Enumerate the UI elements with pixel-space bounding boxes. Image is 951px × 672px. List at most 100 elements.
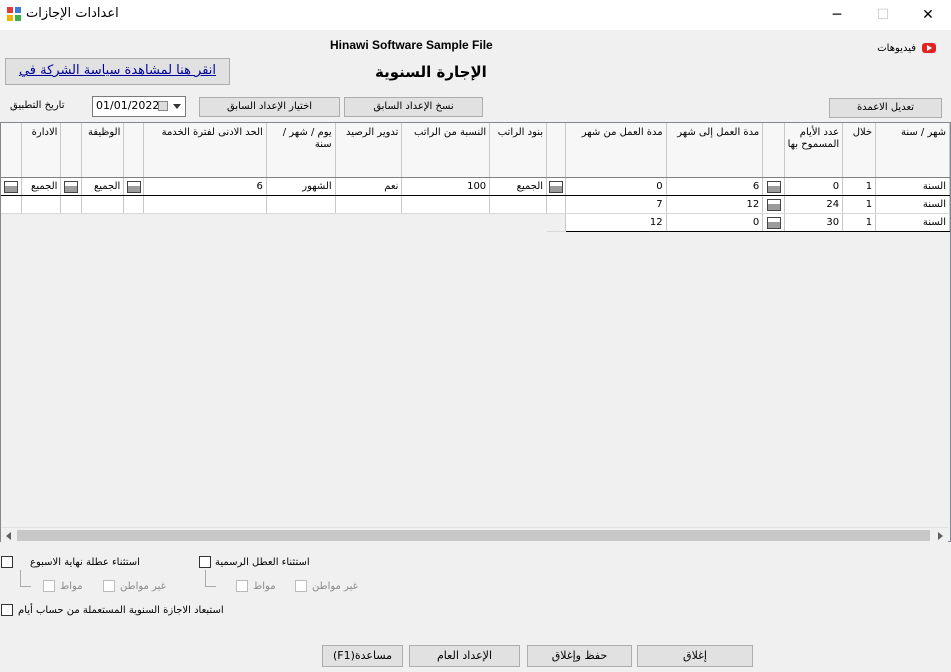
maximize-button[interactable]: ☐ bbox=[860, 0, 906, 30]
table-row[interactable]: 7 12 24 1 السنة bbox=[1, 195, 950, 214]
cell-within[interactable]: 1 bbox=[842, 213, 877, 232]
dept-picker-cell[interactable] bbox=[60, 177, 83, 196]
cell-work-to[interactable]: 6 bbox=[666, 177, 764, 196]
cell-rollover[interactable] bbox=[335, 195, 403, 214]
save-and-close-button[interactable]: حفظ وإغلاق bbox=[527, 645, 632, 667]
cell-work-from[interactable]: 12 bbox=[565, 213, 667, 232]
chevron-down-icon[interactable] bbox=[173, 104, 181, 109]
weekend-noncitizen-checkbox[interactable] bbox=[103, 580, 115, 592]
cell-percent[interactable]: 100 bbox=[401, 177, 491, 196]
column-header-rollover[interactable]: تدوير الرصيد bbox=[335, 123, 403, 178]
salary-picker-cell[interactable] bbox=[546, 177, 567, 196]
exclude-holidays-checkbox[interactable] bbox=[199, 556, 211, 568]
edit-icon[interactable] bbox=[766, 180, 781, 193]
table-row[interactable]: 12 0 30 1 السنة bbox=[1, 213, 950, 232]
copy-previous-setting-button[interactable]: نسخ الإعداد السابق bbox=[344, 97, 483, 117]
edit-icon[interactable] bbox=[4, 180, 19, 193]
column-header bbox=[60, 123, 83, 178]
row-edit-cell[interactable] bbox=[1, 177, 23, 196]
videos-link[interactable]: فيديوهات bbox=[877, 40, 936, 56]
to-picker-cell[interactable] bbox=[762, 213, 786, 232]
edit-columns-button[interactable]: تعديل الاعمدة bbox=[829, 98, 942, 118]
edit-icon[interactable] bbox=[64, 180, 79, 193]
column-header-work-to[interactable]: مدة العمل إلى شهر bbox=[666, 123, 764, 178]
date-value: 01/01/2022 bbox=[96, 99, 160, 112]
edit-icon[interactable] bbox=[766, 216, 781, 229]
cell-salary-items[interactable]: الجميع bbox=[489, 177, 548, 196]
cell-salary-items[interactable] bbox=[489, 195, 548, 214]
holiday-noncitizen-checkbox[interactable] bbox=[295, 580, 307, 592]
cell-unit[interactable] bbox=[266, 195, 336, 214]
group-connector bbox=[20, 570, 31, 587]
column-header-within[interactable]: خلال bbox=[842, 123, 877, 178]
cell-work-to[interactable]: 0 bbox=[666, 213, 764, 232]
general-settings-button[interactable]: الإعداد العام bbox=[409, 645, 520, 667]
cell-allowed-days[interactable]: 24 bbox=[784, 195, 844, 214]
horizontal-scrollbar[interactable] bbox=[1, 527, 948, 543]
table-row[interactable]: الجميع الجميع 6 الشهور نعم 100 الجميع 0 … bbox=[1, 177, 950, 196]
column-header-min-service[interactable]: الحد الادنى لفترة الخدمة bbox=[143, 123, 267, 178]
column-header-percent[interactable]: النسبة من الراتب bbox=[401, 123, 491, 178]
cell-percent[interactable] bbox=[401, 195, 491, 214]
leave-rules-grid[interactable]: الادارة الوظيفة الحد الادنى لفترة الخدمة… bbox=[0, 122, 951, 542]
column-header bbox=[762, 123, 786, 178]
exclude-used-annual-checkbox[interactable] bbox=[1, 604, 13, 616]
holiday-citizen-label: مواط bbox=[253, 581, 276, 592]
cell-min-service[interactable]: 6 bbox=[143, 177, 267, 196]
edit-icon[interactable] bbox=[766, 198, 781, 211]
cell-job[interactable] bbox=[81, 195, 125, 214]
cell-dept bbox=[21, 213, 61, 232]
cell-job bbox=[81, 213, 124, 232]
cell-job[interactable]: الجميع bbox=[81, 177, 125, 196]
holiday-noncitizen-label: غير مواطن bbox=[312, 581, 358, 592]
cell[interactable] bbox=[60, 195, 83, 214]
minimize-button[interactable]: ─ bbox=[814, 0, 860, 30]
help-button[interactable]: (F1)مساعدة bbox=[322, 645, 403, 667]
application-date-picker[interactable]: 01/01/2022 bbox=[92, 96, 186, 117]
cell-work-to[interactable]: 12 bbox=[666, 195, 764, 214]
edit-icon[interactable] bbox=[126, 180, 141, 193]
weekend-citizen-checkbox[interactable] bbox=[43, 580, 55, 592]
cell-dept[interactable] bbox=[21, 195, 62, 214]
close-button[interactable]: إغلاق bbox=[637, 645, 753, 667]
column-header-period[interactable]: شهر / سنة bbox=[875, 123, 950, 178]
scrollbar-thumb[interactable] bbox=[17, 530, 930, 541]
cell-within[interactable]: 1 bbox=[842, 195, 877, 214]
cell-unit[interactable]: الشهور bbox=[266, 177, 336, 196]
cell-period[interactable]: السنة bbox=[875, 195, 950, 214]
scroll-left-icon[interactable] bbox=[6, 532, 11, 540]
empty-cell bbox=[1, 213, 22, 232]
cell-dept[interactable]: الجميع bbox=[21, 177, 62, 196]
close-window-button[interactable]: ✕ bbox=[905, 0, 951, 30]
choose-previous-setting-button[interactable]: اختيار الإعداد السابق bbox=[199, 97, 340, 117]
cell-work-from[interactable]: 7 bbox=[565, 195, 667, 214]
cell[interactable] bbox=[1, 195, 23, 214]
cell-allowed-days[interactable]: 30 bbox=[784, 213, 844, 232]
cell-work-from[interactable]: 0 bbox=[565, 177, 667, 196]
column-header bbox=[1, 123, 23, 178]
column-header-work-from[interactable]: مدة العمل من شهر bbox=[565, 123, 667, 178]
cell-within[interactable]: 1 bbox=[842, 177, 877, 196]
holiday-citizen-checkbox[interactable] bbox=[236, 580, 248, 592]
cell-period[interactable]: السنة bbox=[875, 213, 950, 232]
application-date-label: تاريخ التطبيق bbox=[10, 100, 65, 111]
cell[interactable] bbox=[546, 195, 567, 214]
scroll-right-icon[interactable] bbox=[938, 532, 943, 540]
column-header-dept[interactable]: الادارة bbox=[21, 123, 62, 178]
column-header-job[interactable]: الوظيفة bbox=[81, 123, 125, 178]
cell-allowed-days[interactable]: 0 bbox=[784, 177, 844, 196]
edit-icon[interactable] bbox=[549, 180, 564, 193]
company-policy-link[interactable]: انقر هنا لمشاهدة سياسة الشركة في bbox=[5, 58, 230, 85]
to-picker-cell[interactable] bbox=[762, 177, 786, 196]
cell-rollover[interactable]: نعم bbox=[335, 177, 403, 196]
exclude-weekend-checkbox[interactable] bbox=[1, 556, 13, 568]
to-picker-cell[interactable] bbox=[762, 195, 786, 214]
cell-min-service[interactable] bbox=[143, 195, 267, 214]
column-header-salary-items[interactable]: بنود الراتب bbox=[489, 123, 548, 178]
cell-period[interactable]: السنة bbox=[875, 177, 950, 196]
job-picker-cell[interactable] bbox=[123, 177, 145, 196]
weekend-citizen-label: مواط bbox=[60, 581, 83, 592]
column-header-allowed-days[interactable]: عدد الأيام المسموح بها bbox=[784, 123, 844, 178]
column-header-unit[interactable]: يوم / شهر / سنة bbox=[266, 123, 336, 178]
cell[interactable] bbox=[123, 195, 145, 214]
